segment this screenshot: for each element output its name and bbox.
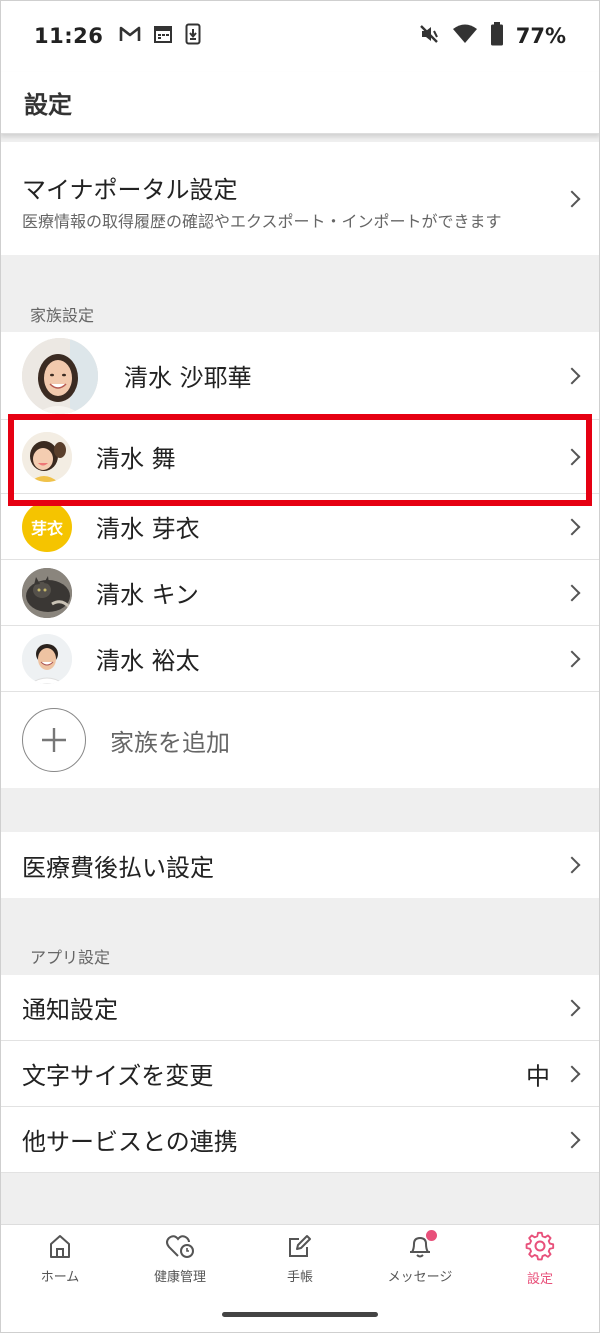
family-member-row[interactable]: 芽衣 清水 芽衣 (0, 494, 600, 560)
app-settings-section-label: アプリ設定 (30, 948, 111, 967)
nav-messages[interactable]: メッセージ (360, 1225, 480, 1292)
family-member-name: 清水 キン (96, 581, 199, 609)
avatar: 芽衣 (22, 501, 72, 552)
chevron-right-icon (563, 584, 581, 601)
family-section-label: 家族設定 (30, 306, 95, 325)
nav-messages-label: メッセージ (387, 1269, 453, 1285)
chevron-right-icon (563, 367, 581, 384)
gmail-icon (119, 25, 141, 47)
family-member-row[interactable]: 清水 裕太 (0, 626, 600, 692)
chevron-right-icon (563, 999, 581, 1016)
vibrate-off-icon (418, 23, 440, 49)
nav-settings-label: 設定 (526, 1271, 553, 1287)
myna-portal-settings-row[interactable]: マイナポータル設定 医療情報の取得履歴の確認やエクスポート・インポートができます (0, 142, 600, 255)
nav-home[interactable]: ホーム (0, 1225, 120, 1292)
text-size-value: 中 (526, 1062, 550, 1090)
status-bar: 11:26 77% (0, 0, 600, 72)
notification-badge (426, 1229, 437, 1241)
myna-portal-title: マイナポータル設定 (22, 176, 238, 204)
add-family-row[interactable]: 家族を追加 (0, 692, 600, 788)
wifi-icon (452, 24, 478, 48)
family-member-name: 清水 舞 (96, 445, 176, 473)
notebook-edit-icon (287, 1233, 313, 1263)
text-size-label: 文字サイズを変更 (22, 1062, 214, 1090)
health-icon (165, 1233, 195, 1263)
page-title: 設定 (24, 91, 72, 119)
text-size-settings-row[interactable]: 文字サイズを変更 中 (0, 1041, 600, 1107)
nav-home-label: ホーム (40, 1269, 80, 1285)
family-member-name: 清水 沙耶華 (124, 364, 252, 392)
avatar (22, 567, 72, 618)
calendar-icon (153, 24, 173, 48)
gesture-area (0, 1292, 600, 1333)
bottom-navigation: ホーム 健康管理 手帳 メッセージ 設定 (0, 1224, 600, 1292)
family-member-row[interactable]: 清水 舞 (0, 420, 600, 494)
family-member-row[interactable]: 清水 沙耶華 (0, 332, 600, 420)
home-icon (47, 1233, 73, 1263)
chevron-right-icon (563, 448, 581, 465)
battery-percent: 77% (515, 24, 566, 48)
avatar-initials: 芽衣 (30, 518, 63, 538)
myna-portal-subtitle: 医療情報の取得履歴の確認やエクスポート・インポートができます (22, 212, 502, 231)
notification-settings-label: 通知設定 (22, 996, 118, 1024)
nav-notebook[interactable]: 手帳 (240, 1225, 360, 1292)
service-integration-row[interactable]: 他サービスとの連携 (0, 1107, 600, 1173)
avatar (22, 633, 72, 684)
chevron-right-icon (563, 856, 581, 874)
medical-payment-label: 医療費後払い設定 (22, 853, 214, 882)
medical-payment-settings-row[interactable]: 医療費後払い設定 (0, 832, 600, 898)
chevron-right-icon (563, 190, 581, 207)
avatar (22, 431, 72, 482)
service-integration-label: 他サービスとの連携 (22, 1128, 238, 1156)
chevron-right-icon (563, 1131, 581, 1148)
app-bar: 設定 (0, 72, 600, 134)
nav-health[interactable]: 健康管理 (120, 1225, 240, 1292)
gesture-handle[interactable] (222, 1312, 378, 1317)
download-icon (185, 23, 201, 49)
family-member-row[interactable]: 清水 キン (0, 560, 600, 626)
chevron-right-icon (563, 518, 581, 535)
gear-icon (525, 1231, 555, 1265)
chevron-right-icon (563, 1065, 581, 1082)
avatar (22, 337, 98, 414)
add-icon (22, 708, 86, 772)
nav-health-label: 健康管理 (153, 1269, 206, 1285)
settings-content[interactable]: マイナポータル設定 医療情報の取得履歴の確認やエクスポート・インポートができます… (0, 134, 600, 1224)
add-family-label: 家族を追加 (110, 728, 230, 757)
status-time: 11:26 (34, 24, 104, 48)
chevron-right-icon (563, 650, 581, 667)
bell-icon (407, 1229, 437, 1263)
family-member-name: 清水 裕太 (96, 647, 200, 675)
nav-notebook-label: 手帳 (286, 1269, 313, 1285)
family-member-name: 清水 芽衣 (96, 515, 200, 543)
battery-icon (490, 22, 504, 50)
notification-settings-row[interactable]: 通知設定 (0, 975, 600, 1041)
nav-settings[interactable]: 設定 (480, 1225, 600, 1292)
